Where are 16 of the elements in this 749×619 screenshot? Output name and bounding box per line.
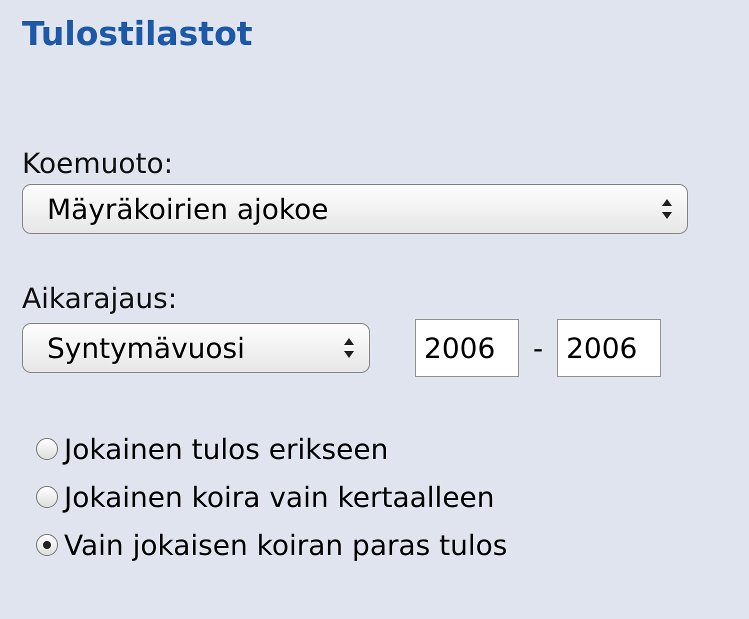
field-label: Koemuoto:: [22, 147, 174, 180]
radio-button[interactable]: [36, 486, 58, 508]
year-to-field[interactable]: 2006: [557, 319, 662, 377]
radio-label: Jokainen koira vain kertaalleen: [64, 480, 495, 514]
field-label: Aikarajaus:: [22, 282, 178, 315]
year-from-field[interactable]: 2006: [415, 319, 519, 377]
page-title: Tulostilastot: [22, 14, 254, 53]
radio-label: Vain jokaisen koiran paras tulos: [64, 528, 508, 562]
radio-button[interactable]: [36, 534, 58, 556]
updown-arrows-icon: [661, 198, 673, 220]
radio-label: Jokainen tulos erikseen: [64, 432, 388, 466]
test-type-select[interactable]: Mäyräkoirien ajokoe: [22, 184, 688, 234]
range-separator: -: [533, 332, 544, 364]
updown-arrows-icon: [343, 337, 355, 359]
time-range-select[interactable]: Syntymävuosi: [22, 323, 370, 373]
radio-button[interactable]: [36, 438, 58, 460]
